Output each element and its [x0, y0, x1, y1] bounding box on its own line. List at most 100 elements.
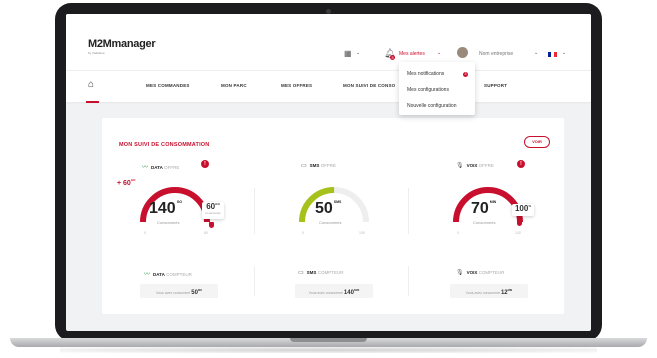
voir-button[interactable]: VOIR [524, 136, 550, 148]
data-consumed-label: Consommés [157, 220, 180, 225]
voix-heading-light: OFFRE [478, 163, 494, 168]
laptop-shadow [60, 347, 597, 353]
data-offer-heading: 〰 DATA OFFRE [142, 162, 179, 171]
voix-bubble-unit: % [528, 204, 532, 208]
voix-offer-heading: 🎙︎ VOIX OFFRE [456, 162, 494, 169]
data-counter-pill: Vous avez consommé 50MO [140, 284, 218, 298]
microphone-icon: 🎙︎ [456, 163, 464, 169]
voix-max-tick: 140 [515, 231, 521, 235]
sms-counter-text: Vous avez consommé [308, 291, 343, 295]
laptop-notch [290, 338, 367, 342]
sms-counter-value: 140 [343, 290, 354, 296]
data-counter-value: 50 [191, 290, 198, 296]
sms-min-tick: 0 [302, 231, 304, 235]
logo-subtitle: by Vodafone [88, 51, 105, 55]
voix-counter-bold: VOIX [466, 270, 478, 275]
nav-active-indicator [86, 101, 99, 103]
menu-item-notifications[interactable]: Mes notifications [407, 71, 444, 77]
data-min-tick: 0 [144, 231, 146, 235]
data-bubble-number: 60 [206, 202, 216, 211]
voix-min-tick: 0 [457, 231, 459, 235]
alerts-menu[interactable]: Mes alertes [399, 51, 425, 57]
home-icon[interactable]: ⌂ [88, 79, 94, 90]
voix-value-unit: MIN [489, 200, 497, 204]
data-heading-bold: DATA [151, 165, 163, 170]
voix-value: 70MIN [471, 200, 496, 218]
laptop-mockup: M2Mmanager by Vodafone ▦ ⌄ 🔔︎ 3 Mes aler… [0, 0, 657, 358]
sms-consumed-label: Consommés [319, 220, 342, 225]
sms-offer-heading: ▭ SMS OFFRE [301, 162, 336, 169]
alert-badge: 3 [390, 55, 395, 60]
data-value: 140GO [149, 200, 182, 218]
alerts-dropdown: Mes notifications 3 Mes configurations N… [399, 62, 475, 115]
data-pin-icon [209, 222, 214, 228]
sms-counter-unit: SMS [353, 289, 360, 292]
data-counter-bold: DATA [153, 272, 165, 277]
voix-bubble-number: 100 [514, 204, 529, 213]
voix-value-number: 70 [471, 200, 489, 217]
divider [408, 188, 409, 234]
data-counter-unit: MO [197, 289, 202, 292]
data-over-unit: GO [130, 178, 136, 182]
nav-mes-offres[interactable]: MES OFFRES [281, 83, 312, 88]
voix-counter-heading: 🎙︎ VOIX COMPTEUR [456, 269, 504, 276]
voix-bubble-value: 100% [512, 204, 534, 213]
nav-mon-suivi[interactable]: MON SUIVI DE CONSO [343, 83, 395, 88]
data-value-unit: GO [176, 200, 183, 204]
consumption-card: MON SUIVI DE CONSOMMATION VOIR 〰 DATA OFF… [102, 118, 564, 314]
french-flag-icon[interactable] [548, 52, 557, 57]
data-heading-light: OFFRE [164, 165, 180, 170]
chevron-down-icon[interactable]: ⌄ [562, 50, 566, 56]
data-activity-icon: 〰 [142, 165, 149, 171]
divider [408, 266, 409, 296]
chevron-down-icon[interactable]: ⌄ [534, 50, 538, 56]
sms-heading-light: OFFRE [320, 163, 336, 168]
sms-counter-bold: SMS [306, 270, 317, 275]
voix-info-icon[interactable]: ! [517, 160, 525, 168]
main-nav: ⌂ MES COMMANDES MON PARC MES OFFRES MON … [66, 70, 591, 103]
sms-max-tick: 100 [359, 231, 365, 235]
voix-consumed-label: Consommés [473, 220, 496, 225]
sms-counter-heading: ▭ SMS COMPTEUR [298, 269, 343, 276]
app-screen: M2Mmanager by Vodafone ▦ ⌄ 🔔︎ 3 Mes aler… [66, 14, 591, 331]
data-bubble-value: 60GO [202, 202, 224, 211]
chevron-down-icon[interactable]: ⌄ [437, 50, 441, 56]
data-over-usage: + 60GO [117, 178, 136, 187]
top-header: M2Mmanager by Vodafone ▦ ⌄ 🔔︎ 3 Mes aler… [66, 14, 591, 70]
sim-cart-icon[interactable]: ▦ [344, 49, 352, 58]
sms-value-number: 50 [315, 200, 333, 217]
voix-bubble: 100% [512, 204, 534, 216]
data-counter-text: Vous avez consommé [156, 291, 191, 295]
nav-mes-commandes[interactable]: MES COMMANDES [146, 83, 190, 88]
menu-item-new-configuration[interactable]: Nouvelle configuration [407, 103, 456, 109]
nav-support[interactable]: SUPPORT [484, 83, 507, 88]
voix-heading-bold: VOIX [466, 163, 478, 168]
nav-mon-parc[interactable]: MON PARC [221, 83, 247, 88]
microphone-icon: 🎙︎ [456, 270, 464, 276]
voix-counter-text: Vous avez consommé [465, 291, 500, 295]
data-max-tick: 80 [204, 231, 208, 235]
data-bubble-caption: en surconso [205, 211, 221, 215]
message-icon: ▭ [298, 270, 304, 276]
chevron-down-icon[interactable]: ⌄ [356, 50, 360, 56]
menu-item-configurations[interactable]: Mes configurations [407, 87, 449, 93]
divider [254, 266, 255, 296]
card-title: MON SUIVI DE CONSOMMATION [119, 142, 210, 148]
sms-value-unit: SMS [333, 200, 342, 204]
data-info-icon[interactable]: ! [201, 160, 209, 168]
message-icon: ▭ [301, 163, 307, 169]
sms-value: 50SMS [315, 200, 341, 218]
data-value-number: 140 [149, 200, 176, 217]
app-logo[interactable]: M2Mmanager [88, 38, 156, 50]
avatar[interactable] [457, 47, 468, 58]
data-counter-light: COMPTEUR [166, 272, 192, 277]
sms-counter-pill: Vous avez consommé 140SMS [295, 284, 373, 298]
data-counter-heading: 〰 DATA COMPTEUR [144, 269, 192, 278]
data-activity-icon: 〰 [144, 272, 151, 278]
divider [254, 188, 255, 234]
notifications-badge: 3 [463, 72, 468, 77]
company-name[interactable]: Nom entreprise [479, 51, 513, 57]
data-over-value: + 60 [117, 180, 131, 187]
sms-counter-light: COMPTEUR [317, 270, 344, 275]
voix-counter-value: 12 [500, 290, 508, 296]
